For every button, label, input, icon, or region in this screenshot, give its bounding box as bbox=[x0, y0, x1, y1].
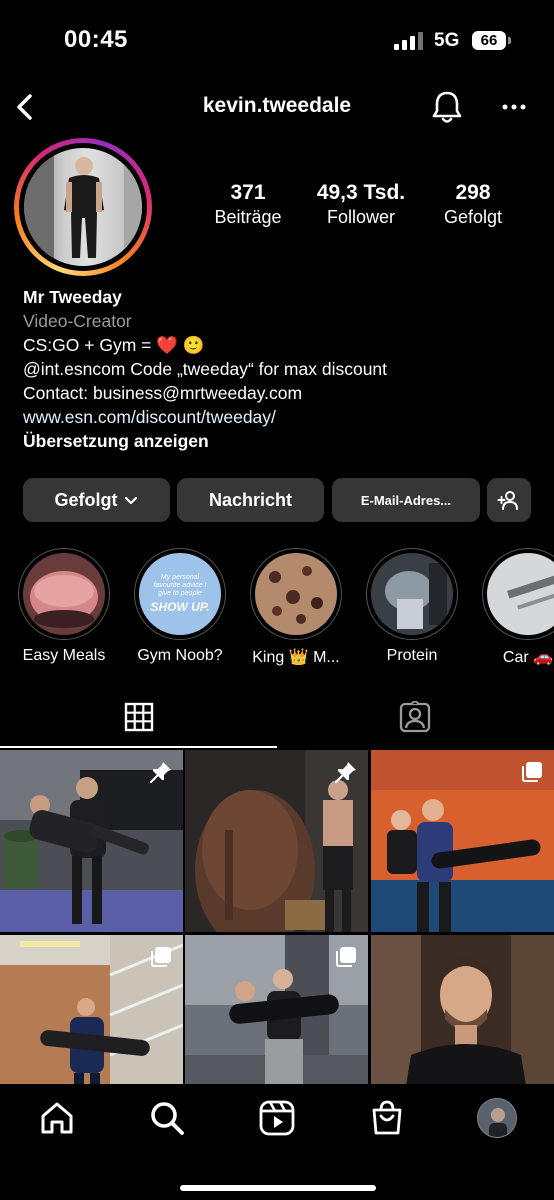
pin-icon bbox=[149, 762, 171, 784]
status-time: 00:45 bbox=[64, 26, 128, 53]
profile-avatar[interactable] bbox=[477, 1098, 517, 1138]
following-count: 298 bbox=[455, 181, 491, 204]
network-type: 5G bbox=[434, 30, 460, 51]
message-button[interactable]: Nachricht bbox=[177, 478, 324, 522]
highlight-label: Car 🚗 bbox=[502, 649, 554, 666]
home-indicator bbox=[180, 1185, 376, 1191]
multi-photo-icon bbox=[336, 947, 356, 967]
profile-avatar-story-ring[interactable] bbox=[14, 138, 152, 276]
highlight-protein[interactable]: Protein bbox=[366, 548, 458, 664]
followers-label: Follower bbox=[326, 207, 396, 227]
add-person-icon bbox=[497, 491, 518, 510]
following-label: Gefolgt bbox=[443, 207, 503, 227]
translate-link[interactable]: Übersetzung anzeigen bbox=[23, 429, 543, 453]
chevron-down-icon bbox=[124, 496, 137, 505]
signal-icon bbox=[394, 32, 426, 50]
grid-post[interactable] bbox=[185, 750, 368, 932]
bottom-navigation bbox=[0, 1084, 554, 1200]
highlight-cover bbox=[487, 553, 554, 635]
bio-line: CS:GO + Gym = ❤️ 🙂 bbox=[23, 335, 205, 355]
highlight-cover bbox=[23, 553, 105, 635]
home-icon[interactable] bbox=[37, 1098, 77, 1138]
highlight-car[interactable]: Car 🚗 bbox=[482, 548, 554, 666]
reels-icon[interactable] bbox=[257, 1098, 297, 1138]
stat-following[interactable]: 298 Gefolgt bbox=[408, 180, 538, 228]
more-icon[interactable] bbox=[497, 92, 531, 122]
following-button-label: Gefolgt bbox=[54, 489, 118, 510]
highlight-cover bbox=[255, 553, 337, 635]
posts-count: 371 bbox=[230, 181, 266, 204]
email-button[interactable]: E-Mail-Adres... bbox=[332, 478, 480, 522]
search-icon[interactable] bbox=[147, 1098, 187, 1138]
email-button-label: E-Mail-Adres... bbox=[360, 492, 452, 508]
pin-icon bbox=[334, 762, 356, 784]
highlight-gym-noob[interactable]: My personal favourite advice I give to p… bbox=[134, 548, 226, 664]
message-button-label: Nachricht bbox=[208, 489, 293, 510]
profile-avatar[interactable] bbox=[24, 148, 142, 266]
highlight-cover: My personal favourite advice I give to p… bbox=[139, 553, 221, 635]
highlight-cover bbox=[371, 553, 453, 635]
tab-grid[interactable] bbox=[0, 694, 277, 748]
header-username: kevin.tweedale bbox=[202, 94, 352, 117]
highlight-easy-meals[interactable]: Easy Meals bbox=[18, 548, 110, 664]
stat-followers[interactable]: 49,3 Tsd. Follower bbox=[296, 180, 426, 228]
category-label: Video-Creator bbox=[23, 311, 132, 331]
highlight-cover-text: My personal favourite advice I give to p… bbox=[153, 574, 207, 597]
bio-link[interactable]: www.esn.com/discount/tweeday/ bbox=[23, 405, 543, 429]
tab-indicator bbox=[0, 746, 277, 748]
profile-bio: Mr Tweeday Video-Creator CS:GO + Gym = ❤… bbox=[23, 285, 543, 453]
bio-line: @int.esncom Code „tweeday“ for max disco… bbox=[23, 359, 388, 379]
tagged-icon bbox=[399, 701, 431, 733]
grid-icon bbox=[124, 702, 154, 732]
highlight-king[interactable]: King 👑 M... bbox=[250, 548, 342, 666]
grid-post[interactable] bbox=[0, 750, 183, 932]
bell-icon[interactable] bbox=[428, 88, 466, 126]
stat-posts[interactable]: 371 Beiträge bbox=[183, 180, 313, 228]
grid-post[interactable] bbox=[371, 750, 554, 932]
multi-photo-icon bbox=[522, 762, 542, 782]
following-button[interactable]: Gefolgt bbox=[23, 478, 170, 522]
highlight-cover-text: SHOW UP. bbox=[150, 600, 210, 614]
shop-icon[interactable] bbox=[367, 1098, 407, 1138]
status-bar: 00:45 5G 66 bbox=[0, 0, 554, 84]
display-name: Mr Tweeday bbox=[23, 287, 122, 307]
followers-count: 49,3 Tsd. bbox=[316, 181, 406, 204]
battery-tip bbox=[508, 37, 511, 44]
battery-icon: 66 bbox=[472, 31, 506, 50]
suggested-users-button[interactable] bbox=[487, 478, 531, 522]
tab-tagged[interactable] bbox=[277, 694, 554, 748]
bio-line: Contact: business@mrtweeday.com bbox=[23, 383, 303, 403]
profile-header: kevin.tweedale bbox=[0, 84, 554, 132]
posts-label: Beiträge bbox=[214, 207, 282, 227]
multi-photo-icon bbox=[151, 947, 171, 967]
